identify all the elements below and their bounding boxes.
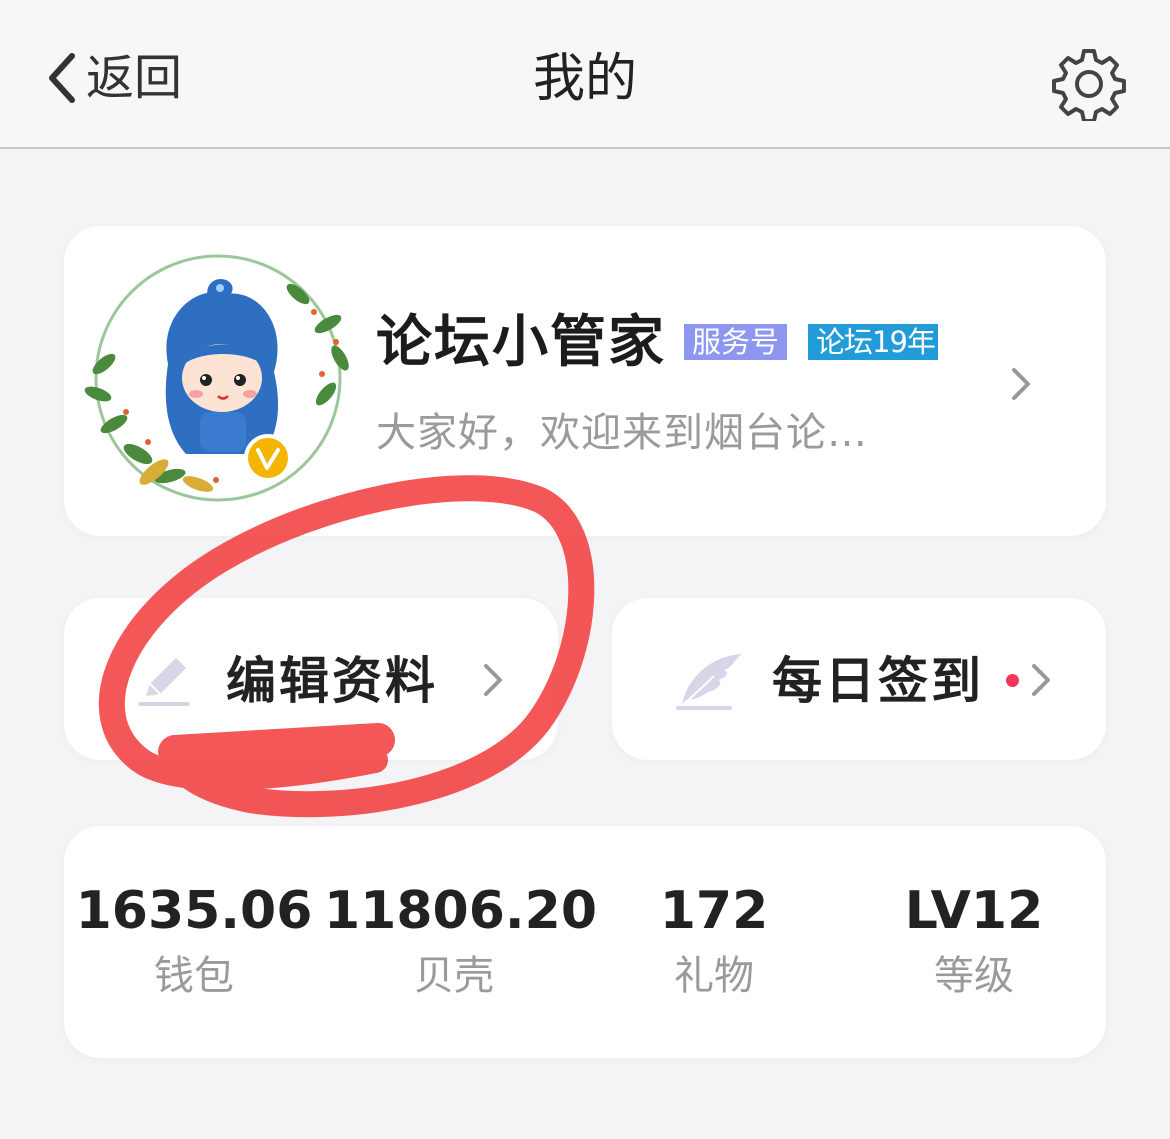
stat-gifts[interactable]: 172 礼物 [584,878,844,1004]
daily-checkin-button[interactable]: 每日签到 [612,598,1106,760]
stat-value: 11806.20 [324,881,598,941]
stat-value: 172 [659,881,769,941]
chevron-right-icon [1032,664,1050,696]
stats-card: 1635.06 钱包 11806.20 贝壳 172 礼物 LV12 等级 [64,826,1106,1058]
stat-shells[interactable]: 11806.20 贝壳 [324,878,598,1004]
page-title: 我的 [532,49,637,109]
profile-card[interactable]: 论坛小管家 服务号 论坛19年 大家好，欢迎来到烟台论… [64,226,1106,536]
badge-service: 服务号 [684,324,788,360]
avatar [84,254,349,502]
profile-bio: 大家好，欢迎来到烟台论… [376,410,868,456]
stat-label: 礼物 [674,953,754,999]
stat-label: 等级 [934,953,1014,999]
stat-wallet[interactable]: 1635.06 钱包 [64,878,324,1004]
profile-name: 论坛小管家 [376,310,666,375]
badge-years: 论坛19年 [808,324,938,360]
stat-label: 贝壳 [414,953,494,999]
daily-checkin-label: 每日签到 [772,652,984,710]
gear-icon[interactable] [1052,47,1126,121]
stat-level[interactable]: LV12 等级 [844,878,1104,1004]
edit-profile-button[interactable]: 编辑资料 [64,598,558,760]
stat-value: 1635.06 [75,881,313,941]
chevron-right-icon [484,664,502,696]
pencil-icon [138,658,190,706]
stat-label: 钱包 [154,953,234,999]
chevron-right-icon [1012,368,1030,400]
stat-value: LV12 [904,881,1044,941]
edit-profile-label: 编辑资料 [226,652,438,710]
navigation-bar: 返回 我的 [0,0,1170,149]
feather-icon [676,654,742,710]
notification-dot [1006,674,1019,687]
